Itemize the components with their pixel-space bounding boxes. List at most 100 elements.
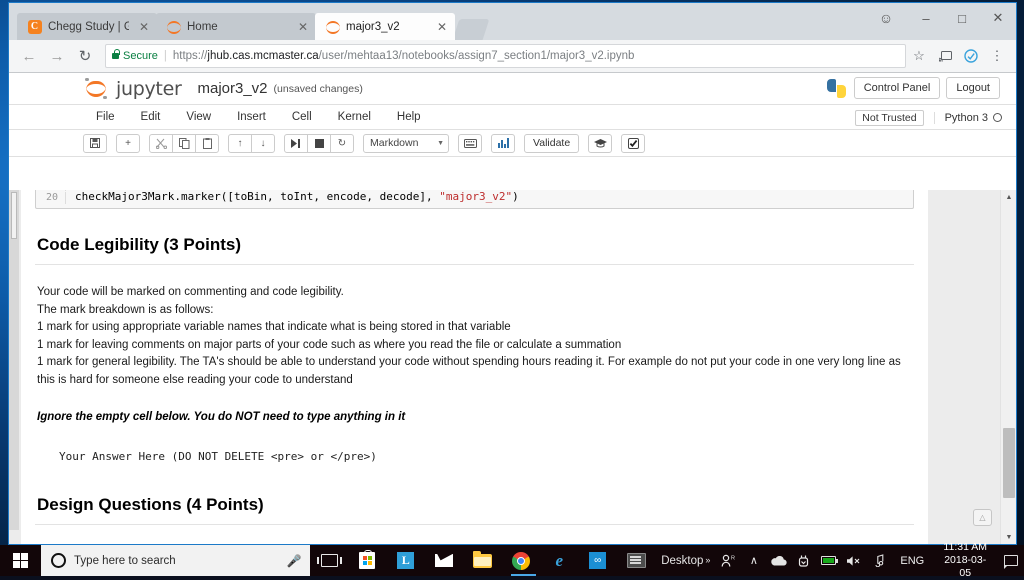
people-icon[interactable]: R bbox=[716, 545, 741, 576]
google-chrome-icon bbox=[512, 552, 530, 570]
page-scrollbar-vertical[interactable]: ▲ ▼ bbox=[1000, 190, 1016, 544]
url-input[interactable]: Secure | https://jhub.cas.mcmaster.ca/us… bbox=[105, 44, 906, 68]
jupyter-logo[interactable]: jupyter bbox=[83, 78, 181, 100]
maximize-button[interactable]: □ bbox=[944, 3, 980, 33]
browser-tab-chegg[interactable]: C Chegg Study | Guided So ✕ bbox=[17, 13, 157, 40]
microsoft-store-button[interactable] bbox=[348, 545, 386, 576]
menu-edit[interactable]: Edit bbox=[128, 105, 174, 129]
bookmark-star-icon[interactable]: ☆ bbox=[906, 43, 932, 69]
show-hidden-icons-chevron[interactable]: ∧ bbox=[741, 545, 766, 576]
secure-label: Secure bbox=[123, 50, 158, 62]
tab-close-icon[interactable]: ✕ bbox=[435, 20, 449, 34]
cell-type-select[interactable]: Markdown ▼ bbox=[363, 134, 449, 153]
task-view-button[interactable] bbox=[310, 545, 348, 576]
usb-eject-icon[interactable] bbox=[791, 545, 816, 576]
language-indicator[interactable]: ENG bbox=[891, 555, 933, 567]
browser-tab-major3-v2[interactable]: major3_v2 ✕ bbox=[315, 13, 455, 40]
scrollbar-thumb[interactable] bbox=[1003, 428, 1015, 498]
left-scroll-thumb[interactable] bbox=[11, 192, 17, 239]
menu-cell[interactable]: Cell bbox=[279, 105, 325, 129]
desktop-peek-label[interactable]: Desktop» bbox=[655, 555, 716, 567]
browser-tab-home[interactable]: Home ✕ bbox=[156, 13, 316, 40]
file-explorer-button[interactable] bbox=[463, 545, 501, 576]
trust-status-badge[interactable]: Not Trusted bbox=[855, 110, 923, 126]
code-cell[interactable]: 17''' 18from autograder import autograde… bbox=[35, 190, 914, 209]
cloud-glyph bbox=[770, 555, 787, 566]
save-button[interactable] bbox=[83, 134, 107, 153]
start-button[interactable] bbox=[0, 545, 41, 576]
checkbox-checked-icon bbox=[628, 138, 639, 149]
paragraph: 1 mark for leaving comments on major par… bbox=[35, 337, 914, 355]
menu-kernel[interactable]: Kernel bbox=[325, 105, 384, 129]
validate-button[interactable]: Validate bbox=[524, 134, 579, 153]
logout-button[interactable]: Logout bbox=[946, 77, 1000, 99]
stop-icon bbox=[315, 139, 324, 148]
restart-kernel-button[interactable]: ↻ bbox=[330, 134, 354, 153]
url-text: https://jhub.cas.mcmaster.ca/user/mehtaa… bbox=[173, 50, 635, 62]
lock-icon bbox=[112, 53, 119, 59]
control-panel-button[interactable]: Control Panel bbox=[854, 77, 941, 99]
menu-insert[interactable]: Insert bbox=[224, 105, 279, 129]
scroll-down-arrow-icon[interactable]: ▼ bbox=[1001, 530, 1016, 544]
interrupt-kernel-button[interactable] bbox=[307, 134, 331, 153]
move-cell-down-button[interactable]: ↓ bbox=[251, 134, 275, 153]
microphone-icon[interactable]: 🎤 bbox=[287, 554, 302, 568]
menu-file[interactable]: File bbox=[83, 105, 128, 129]
battery-icon[interactable] bbox=[816, 545, 841, 576]
run-cell-button[interactable] bbox=[284, 134, 308, 153]
close-button[interactable]: ✕ bbox=[980, 3, 1016, 33]
taskbar-clock[interactable]: 11:31 AM 2018-03-05 bbox=[933, 541, 997, 580]
notifications-button[interactable] bbox=[997, 545, 1024, 576]
copy-icon[interactable] bbox=[172, 134, 196, 153]
left-scroll-sliver[interactable] bbox=[9, 190, 19, 530]
lastpass-button[interactable]: L bbox=[387, 545, 425, 576]
python-logo-icon bbox=[827, 79, 846, 98]
jupyter-header: jupyter major3_v2 (unsaved changes) Cont… bbox=[9, 73, 1016, 105]
forward-button[interactable]: → bbox=[43, 42, 71, 70]
browser-menu-icon[interactable]: ⋮ bbox=[984, 43, 1010, 69]
volume-muted-icon[interactable] bbox=[841, 545, 866, 576]
back-to-top-button[interactable]: △ bbox=[973, 509, 992, 526]
tab-close-icon[interactable]: ✕ bbox=[296, 20, 310, 34]
scroll-up-arrow-icon[interactable]: ▲ bbox=[1001, 190, 1016, 204]
blue-app-button[interactable]: ∞ bbox=[578, 545, 616, 576]
window-controls: ☺ – □ ✕ bbox=[864, 3, 1016, 33]
keyboard-shortcuts-button[interactable] bbox=[458, 134, 482, 153]
notebook-title[interactable]: major3_v2 bbox=[197, 80, 267, 97]
extension-icon[interactable] bbox=[958, 43, 984, 69]
google-chrome-button[interactable] bbox=[502, 545, 540, 576]
reload-button[interactable]: ↻ bbox=[71, 42, 99, 70]
nbgrader-button[interactable] bbox=[588, 134, 612, 153]
command-prompt-button[interactable] bbox=[617, 545, 655, 576]
cast-icon[interactable] bbox=[932, 43, 958, 69]
omnibox-divider: | bbox=[164, 50, 167, 62]
cell-type-value: Markdown bbox=[370, 137, 418, 149]
mail-icon bbox=[435, 554, 453, 567]
url-scheme: https:// bbox=[173, 50, 208, 62]
onedrive-icon[interactable] bbox=[766, 545, 791, 576]
taskbar-search-input[interactable]: Type here to search 🎤 bbox=[41, 545, 310, 576]
tab-close-icon[interactable]: ✕ bbox=[137, 20, 151, 34]
answer-placeholder-pre[interactable]: Your Answer Here (DO NOT DELETE <pre> or… bbox=[35, 450, 914, 463]
windows-taskbar: Type here to search 🎤 L e ∞ Desktop» R ∧… bbox=[0, 545, 1024, 576]
move-cell-up-button[interactable]: ↑ bbox=[228, 134, 252, 153]
kernel-indicator[interactable]: Python 3 bbox=[934, 112, 1002, 124]
insert-cell-below-button[interactable]: + bbox=[116, 134, 140, 153]
internet-explorer-button[interactable]: e bbox=[540, 545, 578, 576]
validate-checkbox-button[interactable] bbox=[621, 134, 645, 153]
menu-view[interactable]: View bbox=[173, 105, 224, 129]
notebook-scroll-area[interactable]: 17''' 18from autograder import autograde… bbox=[9, 190, 1016, 544]
cut-icon[interactable] bbox=[149, 134, 173, 153]
paste-icon[interactable] bbox=[195, 134, 219, 153]
minimize-button[interactable]: – bbox=[908, 3, 944, 33]
menu-help[interactable]: Help bbox=[384, 105, 434, 129]
new-tab-button[interactable] bbox=[453, 19, 490, 40]
back-button[interactable]: ← bbox=[15, 42, 43, 70]
internet-explorer-icon: e bbox=[550, 551, 569, 570]
chart-button[interactable] bbox=[491, 134, 515, 153]
mail-button[interactable] bbox=[425, 545, 463, 576]
profile-icon[interactable]: ☺ bbox=[864, 3, 908, 33]
bluetooth-audio-icon[interactable] bbox=[866, 545, 891, 576]
chrome-browser-window: C Chegg Study | Guided So ✕ Home ✕ major… bbox=[8, 2, 1017, 545]
run-icon bbox=[291, 139, 301, 148]
